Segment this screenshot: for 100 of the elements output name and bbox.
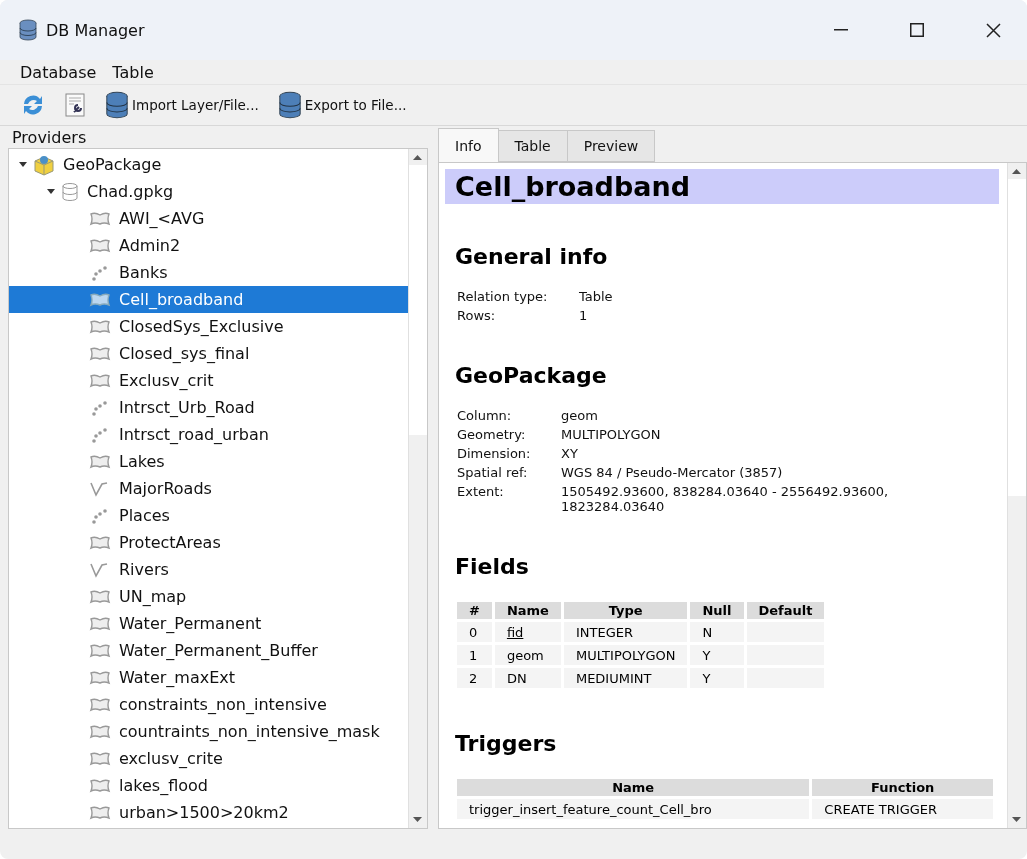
tree-item[interactable]: Water_maxExt bbox=[9, 664, 408, 691]
toolbar-button[interactable]: Export to File... bbox=[270, 89, 413, 121]
info-value: MULTIPOLYGON bbox=[561, 427, 662, 442]
info-label: Relation type: bbox=[457, 289, 549, 304]
polygon-layer-icon bbox=[89, 750, 111, 767]
tree-item[interactable]: Rivers bbox=[9, 556, 408, 583]
table-cell: geom bbox=[494, 645, 561, 665]
menu-item[interactable]: Table bbox=[112, 62, 154, 82]
polygon-layer-icon bbox=[89, 723, 111, 740]
table-cell: INTEGER bbox=[563, 622, 688, 642]
polygon-layer-icon bbox=[89, 642, 111, 659]
section-heading: Triggers bbox=[455, 731, 558, 756]
window-title: DB Manager bbox=[46, 20, 146, 40]
column-header: Name bbox=[494, 602, 561, 619]
info-value: 1 bbox=[579, 308, 589, 323]
info-label: Column: bbox=[457, 408, 513, 423]
table-cell: DN bbox=[494, 668, 561, 688]
info-label: Dimension: bbox=[457, 446, 532, 461]
table-cell: N bbox=[690, 622, 744, 642]
tree-item[interactable]: Intrsct_road_urban bbox=[9, 421, 408, 448]
tree-item[interactable]: Exclusv_crit bbox=[9, 367, 408, 394]
tree-item[interactable]: MajorRoads bbox=[9, 475, 408, 502]
menu-item[interactable]: Database bbox=[20, 62, 97, 82]
app-database-icon bbox=[18, 19, 38, 41]
tree-item[interactable]: Water_Permanent_Buffer bbox=[9, 637, 408, 664]
info-value: XY bbox=[561, 446, 579, 461]
polygon-layer-icon bbox=[89, 291, 111, 308]
info-label: Rows: bbox=[457, 308, 497, 323]
polygon-layer-icon bbox=[89, 237, 111, 254]
tab[interactable]: Info bbox=[438, 128, 499, 162]
tree-item[interactable]: Water_Permanent bbox=[9, 610, 408, 637]
polygon-layer-icon bbox=[89, 345, 111, 362]
table-cell: CREATE TRIGGER bbox=[812, 799, 993, 819]
info-value: WGS 84 / Pseudo-Mercator (3857) bbox=[561, 465, 784, 480]
column-header: Name bbox=[457, 779, 810, 796]
expand-caret-icon[interactable] bbox=[18, 160, 28, 169]
tree-item[interactable]: Closed_sys_final bbox=[9, 340, 408, 367]
tree-item[interactable]: Banks bbox=[9, 259, 408, 286]
polygon-layer-icon bbox=[89, 210, 111, 227]
tree-item[interactable]: countraints_non_intensive_mask bbox=[9, 718, 408, 745]
table-cell: MEDIUMINT bbox=[563, 668, 688, 688]
tree-item[interactable]: Admin2 bbox=[9, 232, 408, 259]
polygon-layer-icon bbox=[89, 804, 111, 821]
polygon-layer-icon bbox=[89, 453, 111, 470]
panel-title: Providers bbox=[11, 128, 88, 148]
close-icon bbox=[985, 22, 1001, 38]
info-value: geom bbox=[561, 408, 599, 423]
scrollbar[interactable] bbox=[1007, 163, 1026, 828]
polygon-layer-icon bbox=[89, 615, 111, 632]
tree-item[interactable]: Cell_broadband bbox=[9, 286, 408, 313]
polygon-layer-icon bbox=[89, 777, 111, 794]
info-value: Table bbox=[579, 289, 614, 304]
table-cell: Y bbox=[690, 668, 744, 688]
polygon-layer-icon bbox=[89, 372, 111, 389]
table-cell: trigger_insert_feature_count_Cell_bro bbox=[457, 799, 810, 819]
section-heading: GeoPackage bbox=[455, 363, 608, 388]
tree-item[interactable]: lakes_flood bbox=[9, 772, 408, 799]
table-cell: MULTIPOLYGON bbox=[563, 645, 688, 665]
info-value: 1505492.93600, 838284.03640 - 2556492.93600, 1823284.03640 bbox=[561, 484, 890, 514]
table-cell: 0 bbox=[457, 622, 492, 642]
toolbar-button[interactable]: Import Layer/File... bbox=[98, 89, 265, 121]
package-icon bbox=[33, 153, 55, 176]
tree-item[interactable]: AWI_<AVG bbox=[9, 205, 408, 232]
database-export-icon bbox=[276, 91, 303, 119]
polygon-layer-icon bbox=[89, 669, 111, 686]
column-header: Type bbox=[563, 602, 688, 619]
column-header: Function bbox=[812, 779, 993, 796]
scrollbar[interactable] bbox=[408, 149, 427, 828]
tree-item[interactable]: Intrsct_Urb_Road bbox=[9, 394, 408, 421]
column-header: Default bbox=[746, 602, 825, 619]
table-cell: 1 bbox=[457, 645, 492, 665]
minimize-icon bbox=[834, 29, 848, 31]
tree-item[interactable]: GeoPackage bbox=[9, 151, 408, 178]
table-title: Cell_broadband bbox=[445, 169, 999, 204]
tree-item[interactable]: Chad.gpkg bbox=[9, 178, 408, 205]
polygon-layer-icon bbox=[89, 696, 111, 713]
maximize-icon bbox=[910, 23, 924, 37]
info-label: Geometry: bbox=[457, 427, 527, 442]
polygon-layer-icon bbox=[89, 318, 111, 335]
tab[interactable]: Preview bbox=[566, 130, 656, 162]
tree-item[interactable]: Places bbox=[9, 502, 408, 529]
tree-item[interactable]: UN_map bbox=[9, 583, 408, 610]
table-cell: 2 bbox=[457, 668, 492, 688]
tree-item[interactable]: ClosedSys_Exclusive bbox=[9, 313, 408, 340]
polygon-layer-icon bbox=[89, 588, 111, 605]
table-cell: fid bbox=[494, 622, 561, 642]
table-cell: Y bbox=[690, 645, 744, 665]
tree-item[interactable]: Lakes bbox=[9, 448, 408, 475]
expand-caret-icon[interactable] bbox=[46, 187, 56, 196]
info-label: Spatial ref: bbox=[457, 465, 529, 480]
tree-item[interactable]: exclusv_crite bbox=[9, 745, 408, 772]
column-header: Null bbox=[690, 602, 744, 619]
database-import-icon bbox=[104, 91, 130, 119]
document-wrench-icon bbox=[64, 93, 86, 117]
polygon-layer-icon bbox=[89, 534, 111, 551]
database-icon bbox=[61, 181, 79, 202]
tree-item[interactable]: ProtectAreas bbox=[9, 529, 408, 556]
tree-item[interactable]: urban>1500>20km2 bbox=[9, 799, 408, 826]
tree-item[interactable]: constraints_non_intensive bbox=[9, 691, 408, 718]
tab[interactable]: Table bbox=[497, 130, 568, 162]
